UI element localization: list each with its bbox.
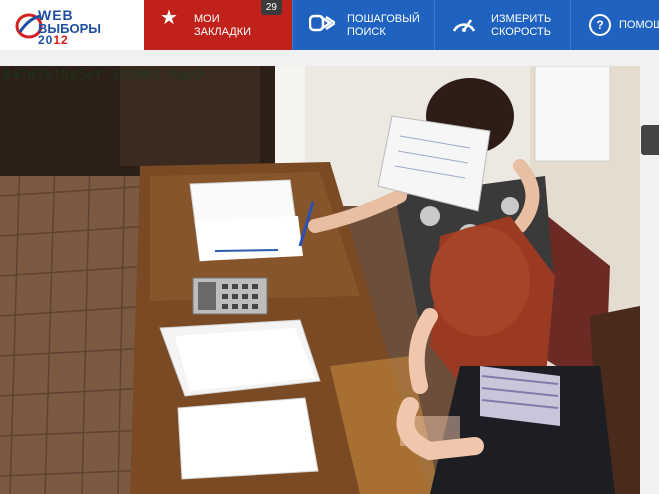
logo-year: 2012 [38, 33, 69, 47]
help-button[interactable]: ? ПОМОЩЬ [570, 0, 659, 50]
measure-speed-label: ИЗМЕРИТЬ СКОРОСТЬ [491, 13, 552, 38]
step-arrows-icon [309, 14, 335, 32]
floor-tiles [0, 156, 150, 494]
logo-line1: WEB [38, 7, 74, 23]
star-icon: ★ [160, 7, 178, 29]
speedometer-icon [452, 19, 476, 32]
camera-id-overlay: 047d7b18a5ef 133063-Mab9 [3, 68, 203, 83]
help-question-icon: ? [589, 14, 611, 36]
bookmarks-count-badge: 29 [260, 0, 282, 15]
bookmarks-label: МОИ ЗАКЛАДКИ [194, 13, 252, 38]
measure-speed-button[interactable]: ИЗМЕРИТЬ СКОРОСТЬ [434, 0, 571, 50]
step-search-label: ПОШАГОВЫЙ ПОИСК [347, 13, 420, 38]
webvybory-logo[interactable]: WEB ВЫБОРЫ 2012 [0, 0, 144, 50]
step-search-button[interactable]: ПОШАГОВЫЙ ПОИСК [292, 0, 435, 50]
side-panel-handle[interactable] [641, 125, 659, 155]
help-label: ПОМОЩЬ [619, 19, 659, 31]
video-frame-image [0, 66, 640, 494]
my-bookmarks-button[interactable]: ★ МОИ ЗАКЛАДКИ 29 [144, 0, 292, 50]
top-navigation-bar: WEB ВЫБОРЫ 2012 ★ МОИ ЗАКЛАДКИ 29 ПОШАГОВ… [0, 0, 659, 50]
polling-station-video[interactable]: 047d7b18a5ef 133063-Mab9 [0, 66, 640, 494]
